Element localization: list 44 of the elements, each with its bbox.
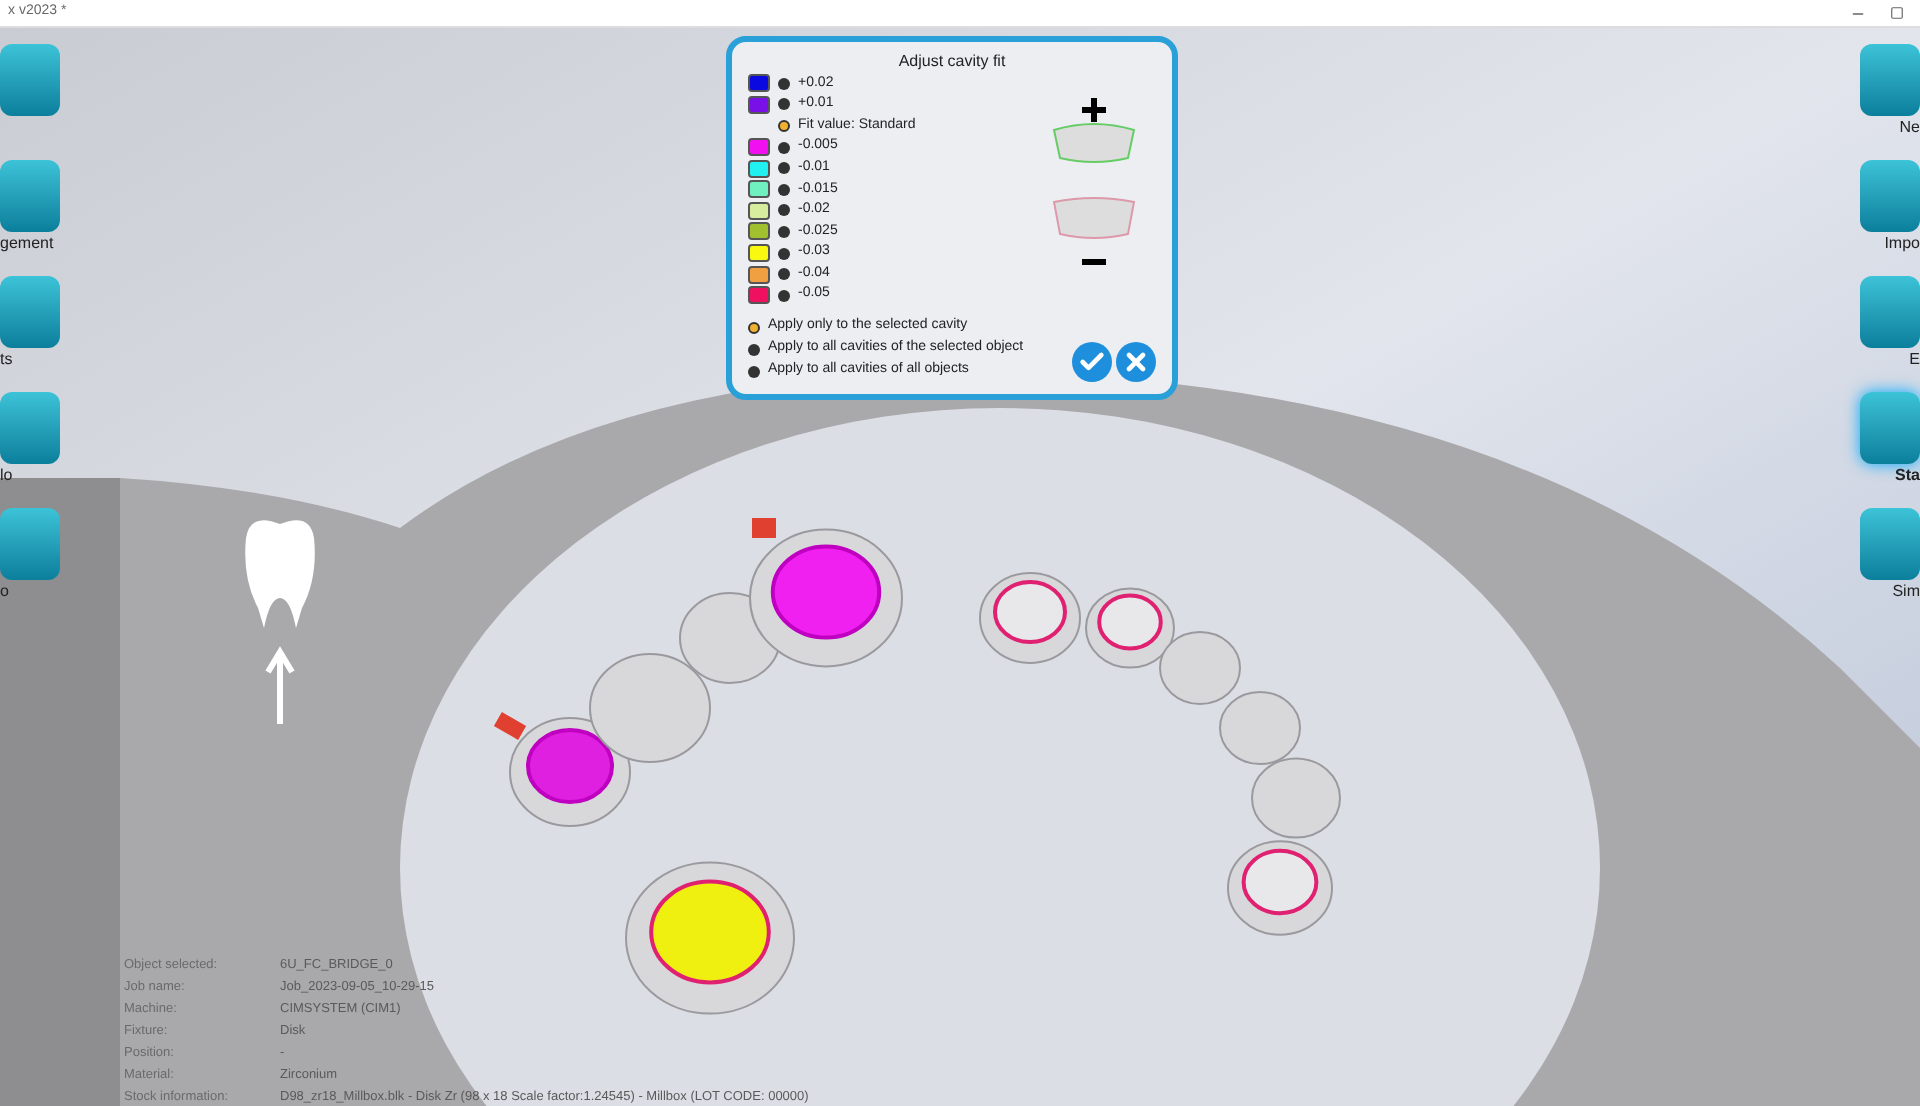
toolbar-label: o (0, 580, 9, 604)
check-icon (1078, 347, 1106, 376)
toolbar-button[interactable] (1860, 160, 1920, 232)
toolbar-button[interactable] (0, 276, 60, 348)
panel-title: Adjust cavity fit (896, 50, 1008, 74)
radio-button[interactable] (778, 225, 790, 238)
toolbar-button[interactable] (1860, 508, 1920, 580)
close-icon (1122, 347, 1150, 376)
cancel-button[interactable] (1116, 341, 1156, 382)
toolbar-button[interactable] (1860, 44, 1920, 116)
radio-button[interactable] (778, 289, 790, 302)
radio-button[interactable] (778, 247, 790, 260)
radio-button[interactable] (778, 98, 790, 111)
radio-button[interactable] (778, 204, 790, 217)
radio-button[interactable] (778, 141, 790, 154)
tooth-drawing (979, 572, 1081, 664)
toolbar-button[interactable] (1860, 276, 1920, 348)
radio-button[interactable] (778, 268, 790, 281)
radio-button[interactable] (778, 77, 790, 90)
toolbar-label: gement (0, 232, 54, 256)
toolbar-button[interactable] (0, 160, 60, 232)
maximize-icon[interactable] (1890, 5, 1904, 19)
toolbar-label: Sta (1895, 464, 1920, 488)
radio-button[interactable] (778, 119, 790, 132)
radio-button[interactable] (748, 321, 760, 334)
tooth-drawing (1219, 691, 1301, 765)
navigation-button[interactable] (0, 44, 60, 116)
toolbar-label: lo (0, 464, 13, 488)
tooth-drawing (1085, 587, 1175, 669)
tooth-drawing (1227, 840, 1333, 936)
toolbar-label: E (1909, 348, 1920, 372)
confirm-button[interactable] (1072, 341, 1112, 382)
toolbar-label: ts (0, 348, 13, 372)
radio-button[interactable] (748, 365, 760, 378)
tooth-drawing (1159, 631, 1241, 705)
toolbar-label: Impo (1884, 232, 1920, 256)
radio-button[interactable] (778, 162, 790, 175)
toolbar-label: Sim (1892, 580, 1920, 604)
tooth-drawing (589, 653, 711, 763)
radio-button[interactable] (778, 183, 790, 196)
radio-button[interactable] (748, 343, 760, 356)
toolbar-label: Ne (1899, 116, 1920, 140)
toolbar-button[interactable] (0, 392, 60, 464)
tooth-drawing (1251, 757, 1341, 839)
